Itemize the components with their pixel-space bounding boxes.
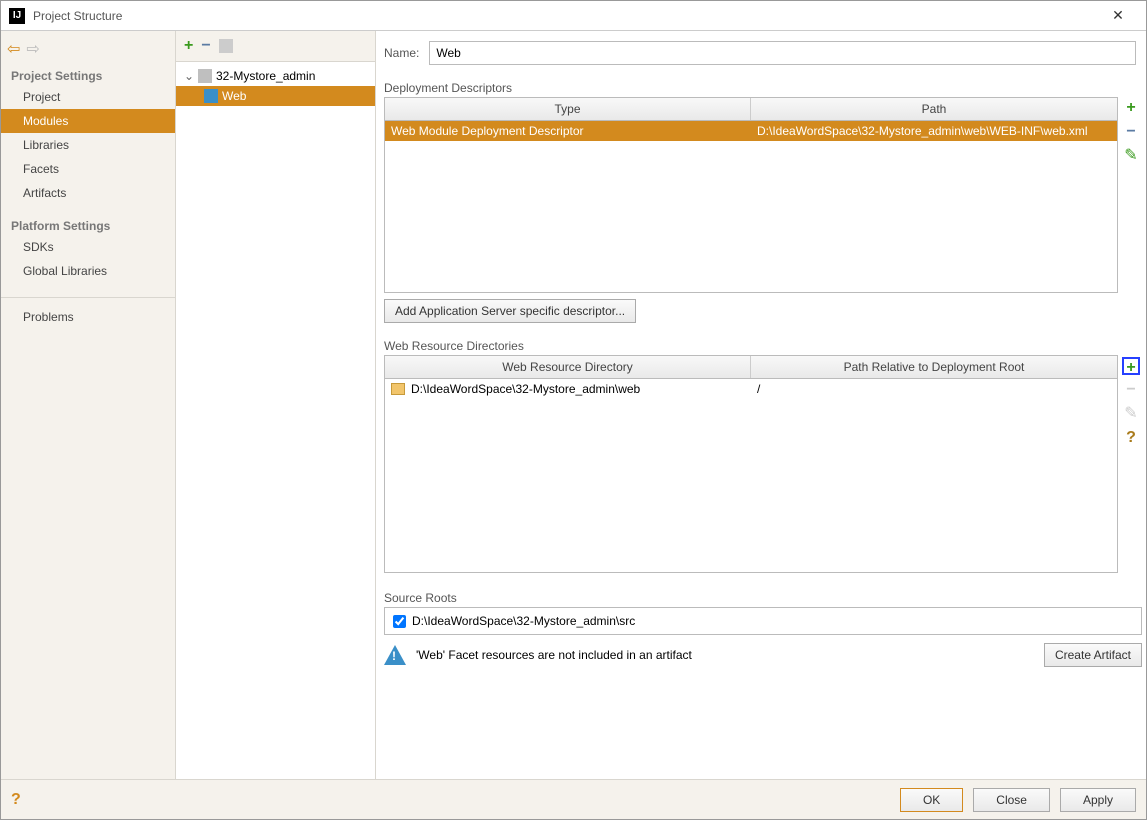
module-tree-pane: + − ⌄ 32-Mystore_admin Web: [176, 31, 376, 779]
dd-thead: Type Path: [385, 98, 1117, 121]
app-icon: IJ: [9, 8, 25, 24]
titlebar: IJ Project Structure ✕: [1, 1, 1146, 31]
nav-arrows: ⇦ ⇨: [1, 35, 175, 63]
dd-side-buttons: + − ✎: [1120, 97, 1142, 293]
wrd-edit-button: ✎: [1122, 405, 1140, 423]
help-icon[interactable]: ?: [11, 791, 21, 809]
wrd-th-dir: Web Resource Directory: [385, 356, 751, 378]
wrd-cell-rel: /: [751, 379, 1117, 399]
create-artifact-button[interactable]: Create Artifact: [1044, 643, 1142, 667]
close-icon[interactable]: ✕: [1098, 7, 1138, 24]
wrd-remove-button: −: [1122, 381, 1140, 399]
nav-modules[interactable]: Modules: [1, 109, 175, 133]
nav-facets[interactable]: Facets: [1, 157, 175, 181]
dd-edit-button[interactable]: ✎: [1122, 147, 1140, 165]
folder-icon: [391, 383, 405, 395]
name-line: Name:: [384, 39, 1142, 75]
module-tree: ⌄ 32-Mystore_admin Web: [176, 62, 375, 110]
dd-remove-button[interactable]: −: [1122, 123, 1140, 141]
nav-sdks[interactable]: SDKs: [1, 235, 175, 259]
nav-section-platform-settings: Platform Settings: [1, 213, 175, 235]
nav-section-project-settings: Project Settings: [1, 63, 175, 85]
detail-pane: Name: Deployment Descriptors Type Path W…: [376, 31, 1146, 779]
warning-icon: [384, 645, 406, 665]
wrd-add-button[interactable]: +: [1122, 357, 1140, 375]
nav-problems[interactable]: Problems: [1, 297, 175, 329]
nav-forward-icon[interactable]: ⇨: [26, 39, 39, 59]
wrd-row[interactable]: D:\IdeaWordSpace\32-Mystore_admin\web /: [385, 379, 1117, 399]
src-checkbox[interactable]: [393, 615, 406, 628]
src-section-label: Source Roots: [384, 591, 1142, 605]
dd-th-type: Type: [385, 98, 751, 120]
close-button[interactable]: Close: [973, 788, 1050, 812]
wrd-cell-dir: D:\IdeaWordSpace\32-Mystore_admin\web: [411, 382, 640, 396]
dd-cell-path: D:\IdeaWordSpace\32-Mystore_admin\web\WE…: [751, 121, 1117, 141]
ok-button[interactable]: OK: [900, 788, 963, 812]
name-input[interactable]: [429, 41, 1136, 65]
dd-section-label: Deployment Descriptors: [384, 81, 1142, 95]
tree-remove-icon[interactable]: −: [201, 37, 210, 55]
wrd-tbody[interactable]: D:\IdeaWordSpace\32-Mystore_admin\web /: [385, 379, 1117, 572]
module-icon: [198, 69, 212, 83]
nav-global-libraries[interactable]: Global Libraries: [1, 259, 175, 283]
source-roots-block: Source Roots D:\IdeaWordSpace\32-Mystore…: [384, 585, 1142, 635]
dd-row[interactable]: Web Module Deployment Descriptor D:\Idea…: [385, 121, 1117, 141]
wrd-th-rel: Path Relative to Deployment Root: [751, 356, 1117, 378]
name-label: Name:: [384, 46, 419, 60]
warning-text: 'Web' Facet resources are not included i…: [416, 648, 692, 662]
tree-caret-icon[interactable]: ⌄: [184, 69, 194, 83]
tree-root-label: 32-Mystore_admin: [216, 69, 315, 83]
web-resource-block: Web Resource Directories Web Resource Di…: [384, 333, 1142, 573]
wrd-help-button[interactable]: ?: [1122, 429, 1140, 447]
dd-tbody[interactable]: Web Module Deployment Descriptor D:\Idea…: [385, 121, 1117, 292]
deployment-descriptors-block: Deployment Descriptors Type Path Web Mod…: [384, 75, 1142, 323]
nav-back-icon[interactable]: ⇦: [7, 39, 20, 59]
dd-cell-type: Web Module Deployment Descriptor: [385, 121, 751, 141]
tree-toolbar: + −: [176, 31, 375, 62]
nav-project[interactable]: Project: [1, 85, 175, 109]
dd-th-path: Path: [751, 98, 1117, 120]
tree-root-row[interactable]: ⌄ 32-Mystore_admin: [176, 66, 375, 86]
dd-add-button[interactable]: +: [1122, 99, 1140, 117]
sidebar: ⇦ ⇨ Project Settings Project Modules Lib…: [1, 31, 176, 779]
wrd-thead: Web Resource Directory Path Relative to …: [385, 356, 1117, 379]
dd-table: Type Path Web Module Deployment Descript…: [384, 97, 1118, 293]
dialog-footer: ? OK Close Apply: [1, 779, 1146, 819]
add-app-server-descriptor-button[interactable]: Add Application Server specific descript…: [384, 299, 636, 323]
main-area: ⇦ ⇨ Project Settings Project Modules Lib…: [1, 31, 1146, 779]
tree-web-row[interactable]: Web: [176, 86, 375, 106]
apply-button[interactable]: Apply: [1060, 788, 1136, 812]
tree-web-label: Web: [222, 89, 246, 103]
wrd-section-label: Web Resource Directories: [384, 339, 1142, 353]
wrd-table: Web Resource Directory Path Relative to …: [384, 355, 1118, 573]
window-title: Project Structure: [33, 9, 1098, 23]
nav-artifacts[interactable]: Artifacts: [1, 181, 175, 205]
web-facet-icon: [204, 89, 218, 103]
tree-copy-icon[interactable]: [219, 39, 233, 53]
src-path: D:\IdeaWordSpace\32-Mystore_admin\src: [412, 614, 635, 628]
wrd-side-buttons: + − ✎ ?: [1120, 355, 1142, 573]
artifact-warning-row: 'Web' Facet resources are not included i…: [384, 643, 1142, 667]
tree-add-icon[interactable]: +: [184, 37, 193, 55]
nav-libraries[interactable]: Libraries: [1, 133, 175, 157]
src-box: D:\IdeaWordSpace\32-Mystore_admin\src: [384, 607, 1142, 635]
